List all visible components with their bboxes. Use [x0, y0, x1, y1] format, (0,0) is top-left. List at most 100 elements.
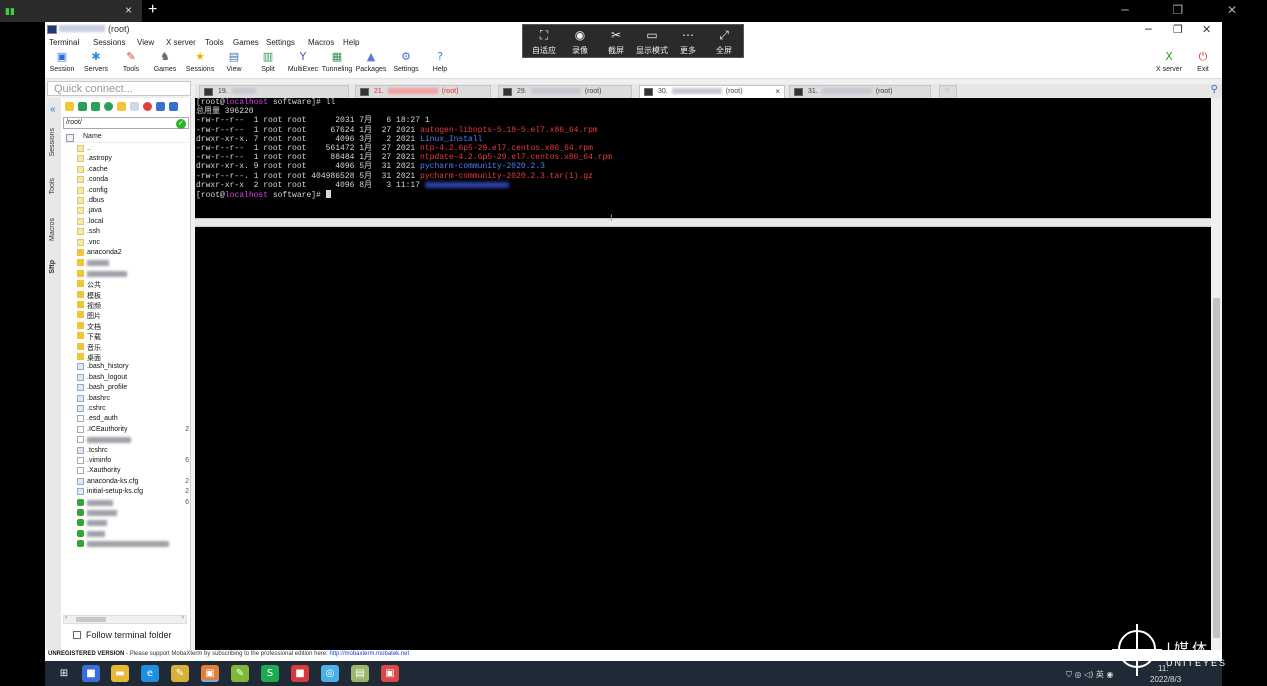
file-list-item[interactable]: 文档: [63, 321, 189, 331]
file-list-item[interactable]: anaconda2: [63, 248, 189, 258]
toolbar-settings-button[interactable]: ⚙ Settings: [388, 50, 424, 73]
file-list-item[interactable]: 6: [63, 498, 189, 508]
mobatek-link[interactable]: http://mobaxterm.mobatek.net: [329, 651, 409, 657]
select-all-checkbox[interactable]: [66, 134, 74, 142]
session-tab-29[interactable]: 29. (root): [498, 85, 632, 98]
browser-icon[interactable]: ◎: [321, 665, 339, 682]
menu-macros[interactable]: Macros: [308, 38, 334, 47]
menu-view[interactable]: View: [137, 38, 154, 47]
checkmark-icon[interactable]: ✓: [176, 119, 186, 129]
name-column-header[interactable]: Name: [83, 133, 102, 140]
rdp-display-button[interactable]: ▭ 显示模式: [635, 27, 669, 56]
toolbar-packages-button[interactable]: ▲ Packages: [353, 50, 389, 73]
toolbar-tunneling-button[interactable]: ▦ Tunneling: [319, 50, 355, 73]
file-list-item[interactable]: .bashrc: [63, 394, 189, 404]
scrollbar-thumb[interactable]: [1213, 298, 1220, 638]
download-icon[interactable]: [78, 102, 87, 111]
outer-window-controls[interactable]: ─ ❐ ✕: [1121, 3, 1257, 17]
file-list-item[interactable]: anaconda-ks.cfg 2: [63, 477, 189, 487]
file-list-item[interactable]: 模板: [63, 290, 189, 300]
horizontal-scrollbar[interactable]: ‹ ›: [63, 614, 187, 624]
toolbar-servers-button[interactable]: ✱ Servers: [78, 50, 114, 73]
sidebar-tab-tools[interactable]: Tools: [49, 178, 56, 194]
app-icon[interactable]: ■: [82, 665, 100, 682]
new-file-icon[interactable]: [130, 102, 139, 111]
sidebar-tab-sessions[interactable]: Sessions: [49, 128, 56, 156]
file-list-item[interactable]: .ssh: [63, 227, 189, 237]
refresh-icon[interactable]: [104, 102, 113, 111]
collapse-sidebar-icon[interactable]: «: [50, 104, 56, 115]
terminal-vertical-scrollbar[interactable]: [1211, 98, 1222, 650]
scroll-right-icon[interactable]: ›: [182, 614, 184, 621]
explorer-icon[interactable]: ▬: [111, 665, 129, 682]
file-list-item[interactable]: .Xauthority: [63, 466, 189, 476]
toolbar-view-button[interactable]: ▤ View: [216, 50, 252, 73]
upload-icon[interactable]: [91, 102, 100, 111]
file-list-item[interactable]: .conda: [63, 175, 189, 185]
edge-icon[interactable]: e: [141, 665, 159, 682]
toolbar-tools-button[interactable]: ✎ Tools: [113, 50, 149, 73]
file-list-item[interactable]: 图片: [63, 310, 189, 320]
toolbar-help-button[interactable]: ? Help: [422, 50, 458, 73]
file-list-item[interactable]: ..: [63, 144, 189, 154]
session-tab-21[interactable]: 21. (root): [355, 85, 491, 98]
editor-icon[interactable]: ✎: [231, 665, 249, 682]
file-list-item[interactable]: .tcshrc: [63, 446, 189, 456]
attachment-icon[interactable]: ⚲: [1211, 84, 1218, 95]
file-list-item[interactable]: [63, 529, 189, 539]
scrollbar-thumb[interactable]: [76, 617, 106, 622]
new-tab-button[interactable]: ◌: [939, 85, 957, 98]
maximize-button[interactable]: ❐: [1173, 23, 1183, 36]
menu-x-server[interactable]: X server: [166, 38, 196, 47]
file-list-item[interactable]: .config: [63, 186, 189, 196]
file-list-item[interactable]: .astropy: [63, 154, 189, 164]
file-list-item[interactable]: .viminfo 6: [63, 456, 189, 466]
sftp-path-input[interactable]: /root/ ✓: [63, 117, 189, 129]
toolbar-multiexec-button[interactable]: Y MultiExec: [285, 50, 321, 73]
rdp-fullscreen-button[interactable]: ⤢ 全屏: [707, 27, 741, 56]
file-list-item[interactable]: 公共: [63, 279, 189, 289]
file-list-item[interactable]: [63, 508, 189, 518]
menu-settings[interactable]: Settings: [266, 38, 295, 47]
file-list-item[interactable]: initial-setup-ks.cfg 2: [63, 487, 189, 497]
toolbar-session-button[interactable]: ▣ Session: [44, 50, 80, 73]
file-list-item[interactable]: .dbus: [63, 196, 189, 206]
rdp-fit-button[interactable]: ⛶ 自适应: [527, 27, 561, 56]
slides-icon[interactable]: ■: [291, 665, 309, 682]
windows-start-icon[interactable]: ⊞: [55, 665, 73, 682]
file-list-item[interactable]: .bash_logout: [63, 373, 189, 383]
folder-up-icon[interactable]: [65, 102, 74, 111]
session-tab-31[interactable]: 31. (root): [789, 85, 931, 98]
rename-icon[interactable]: [156, 102, 165, 111]
file-list-item[interactable]: [63, 269, 189, 279]
file-list-item[interactable]: .java: [63, 206, 189, 216]
toolbar-split-button[interactable]: ▥ Split: [250, 50, 286, 73]
toolbar-exit-button[interactable]: ⏻ Exit: [1185, 50, 1221, 73]
new-folder-icon[interactable]: [117, 102, 126, 111]
file-list-item[interactable]: [63, 518, 189, 528]
menu-tools[interactable]: Tools: [205, 38, 224, 47]
follow-terminal-folder-checkbox[interactable]: Follow terminal folder: [73, 630, 172, 640]
sidebar-tab-sftp[interactable]: Sftp: [49, 260, 56, 274]
file-list-item[interactable]: .bash_history: [63, 362, 189, 372]
scroll-left-icon[interactable]: ‹: [65, 614, 67, 621]
tray-icons[interactable]: ⛉ ◎ ◁) 英 ◉: [1066, 669, 1113, 680]
file-list-item[interactable]: .esd_auth: [63, 414, 189, 424]
file-list-item[interactable]: .cache: [63, 165, 189, 175]
close-button[interactable]: ✕: [1202, 23, 1211, 36]
mobaxterm-icon[interactable]: ▣: [201, 665, 219, 682]
menu-games[interactable]: Games: [233, 38, 259, 47]
file-list-item[interactable]: .cshrc: [63, 404, 189, 414]
toolbar-games-button[interactable]: ♞ Games: [147, 50, 183, 73]
file-list-item[interactable]: [63, 539, 189, 549]
file-list-item[interactable]: [63, 258, 189, 268]
settings-icon[interactable]: [169, 102, 178, 111]
file-list-item[interactable]: [63, 435, 189, 445]
file-list-item[interactable]: .vnc: [63, 238, 189, 248]
remote-session-tab[interactable]: ▮▮ ×: [0, 0, 142, 22]
toolbar-sessions-button[interactable]: ★ Sessions: [182, 50, 218, 73]
close-icon[interactable]: ×: [775, 87, 780, 96]
close-icon[interactable]: ×: [125, 3, 132, 17]
terminal[interactable]: [root@localhost software]# ll 总用量 396220-…: [195, 98, 1211, 650]
file-list-item[interactable]: .bash_profile: [63, 383, 189, 393]
